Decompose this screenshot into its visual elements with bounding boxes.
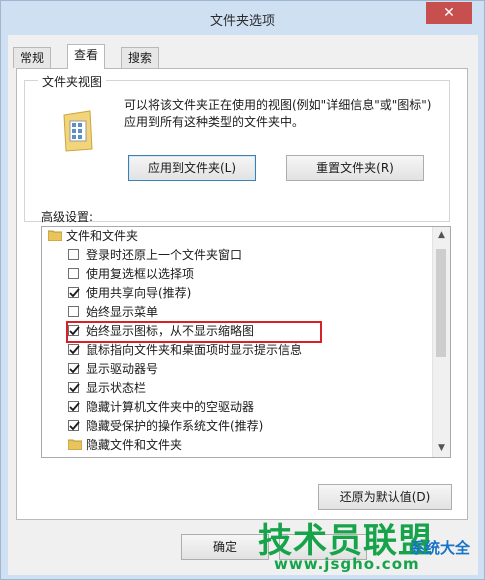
checkbox[interactable] [68, 249, 79, 260]
checkbox-checked[interactable] [68, 363, 80, 374]
check-icon [69, 364, 80, 374]
tree-scrollbar[interactable]: ▲ ▼ [432, 227, 450, 457]
scroll-down-arrow-icon[interactable]: ▼ [433, 440, 450, 457]
checkbox-checked[interactable] [68, 401, 80, 412]
advanced-settings-label: 高级设置: [41, 210, 94, 224]
restore-defaults-button[interactable]: 还原为默认值(D) [318, 484, 452, 510]
tree-category-label: 文件和文件夹 [66, 229, 139, 243]
folder-view-icon [63, 110, 93, 152]
checkbox[interactable] [68, 306, 79, 317]
checkbox-label: 使用共享向导(推荐) [86, 286, 192, 300]
folder-view-group-title: 文件夹视图 [38, 73, 107, 90]
checkbox-label: 隐藏受保护的操作系统文件(推荐) [86, 419, 264, 433]
tab-view[interactable]: 查看 [67, 44, 106, 69]
scrollbar-thumb[interactable] [436, 249, 446, 357]
scroll-up-arrow-icon[interactable]: ▲ [433, 227, 450, 244]
tab-general[interactable]: 常规 [13, 47, 52, 68]
close-button[interactable]: ✕ [426, 2, 472, 24]
dialog-window: 文件夹选项 ✕ 常规 查看 搜索 文件夹视图 可以将该文件夹正在使用的视图(例如… [0, 0, 485, 580]
checkbox-label: 始终显示菜单 [86, 305, 159, 319]
check-icon [69, 402, 80, 412]
check-icon [69, 288, 80, 298]
checkbox-label: 隐藏计算机文件夹中的空驱动器 [86, 400, 255, 414]
checkbox[interactable] [68, 268, 79, 279]
checkbox-checked[interactable] [68, 344, 80, 355]
checkbox-checked[interactable] [68, 382, 80, 393]
tree-category-label: 隐藏文件和文件夹 [86, 438, 183, 452]
tab-search[interactable]: 搜索 [121, 47, 160, 68]
watermark-url: www.jsgho.com [274, 555, 420, 573]
checkbox-label: 鼠标指向文件夹和桌面项时显示提示信息 [86, 343, 303, 357]
checkbox-label: 显示驱动器号 [86, 362, 159, 376]
folder-icon [48, 230, 62, 241]
highlight-box [66, 321, 322, 343]
title-bar[interactable]: 文件夹选项 ✕ [1, 1, 484, 35]
folder-icon [68, 439, 82, 450]
check-icon [69, 383, 80, 393]
ok-button[interactable]: 确定 [181, 534, 269, 560]
folder-view-description: 可以将该文件夹正在使用的视图(例如"详细信息"或"图标")应用到所有这种类型的文… [124, 98, 432, 129]
check-icon [69, 421, 80, 431]
reset-folders-button[interactable]: 重置文件夹(R) [286, 155, 424, 181]
checkbox-checked[interactable] [68, 420, 80, 431]
checkbox-label: 使用复选框以选择项 [86, 267, 195, 281]
dialog-client-area: 常规 查看 搜索 文件夹视图 可以将该文件夹正在使用的视图(例如"详细信息"或"… [8, 35, 478, 575]
checkbox-label: 显示状态栏 [86, 381, 147, 395]
apply-to-folders-button[interactable]: 应用到文件夹(L) [128, 155, 256, 181]
checkbox-checked[interactable] [68, 287, 80, 298]
window-title: 文件夹选项 [209, 14, 275, 29]
check-icon [69, 345, 80, 355]
checkbox-label: 登录时还原上一个文件夹窗口 [86, 248, 243, 262]
